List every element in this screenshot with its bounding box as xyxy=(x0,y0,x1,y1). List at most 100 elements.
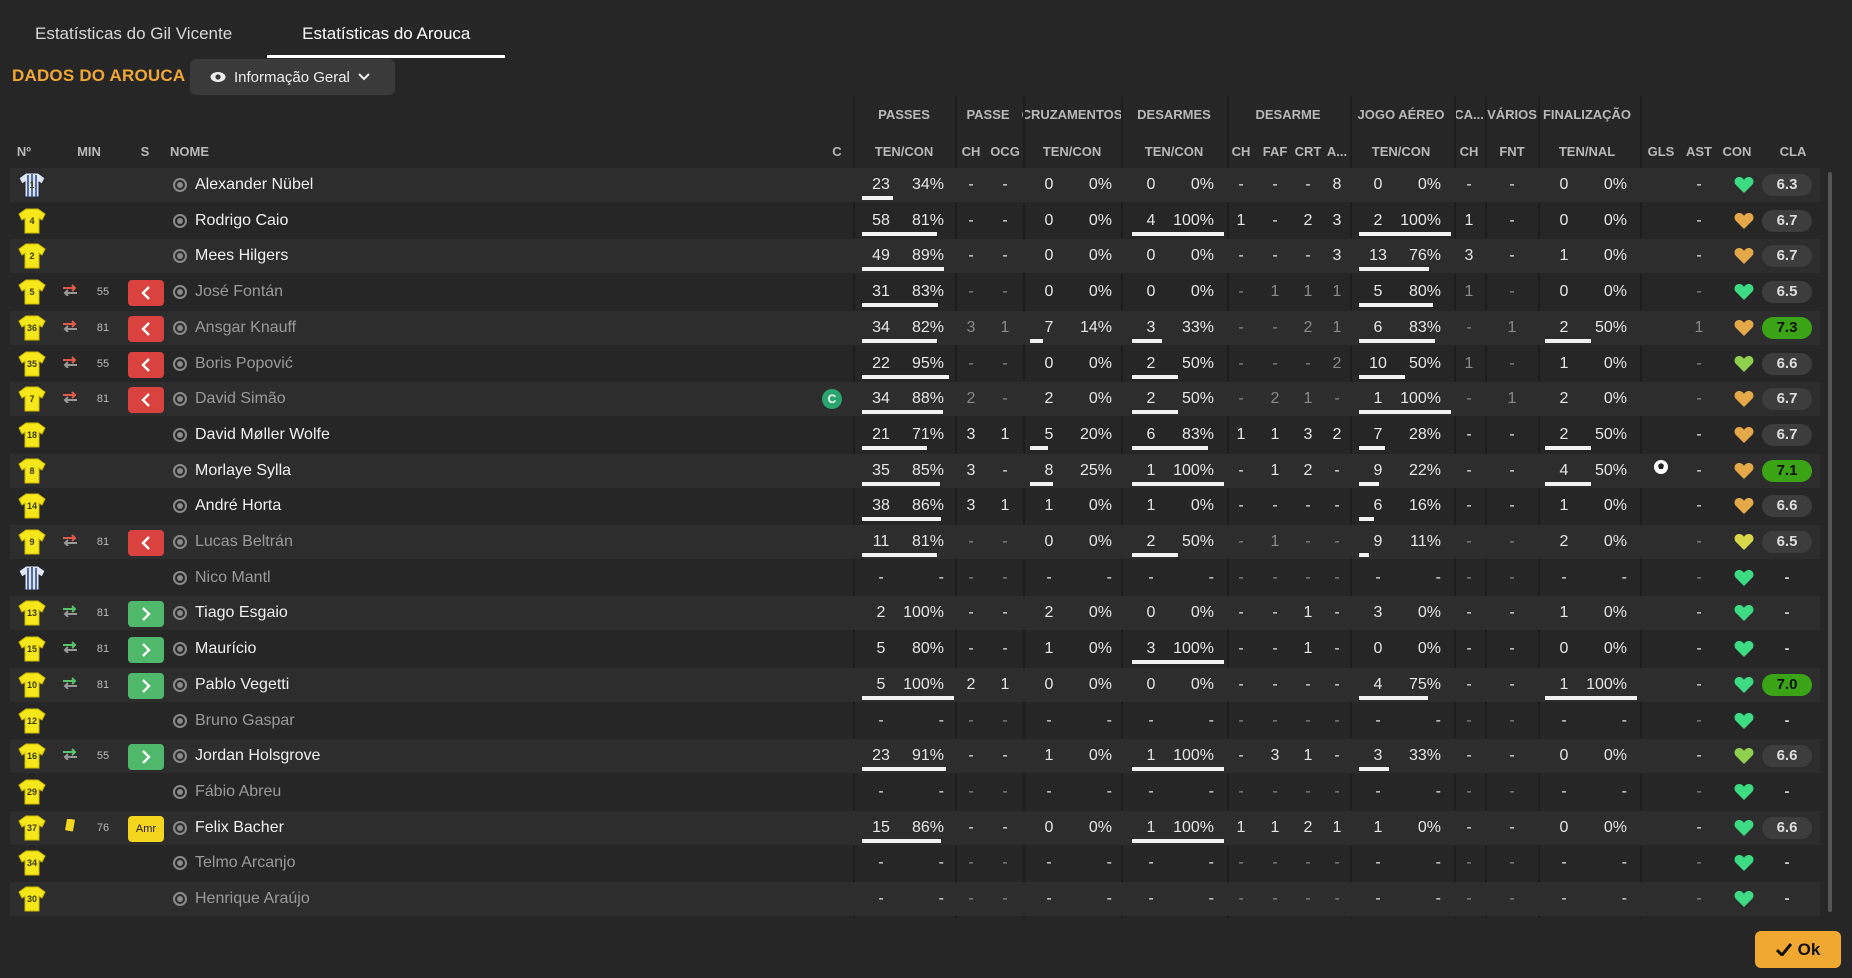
shirt-number xyxy=(18,561,46,595)
player-name[interactable]: Ansgar Knauff xyxy=(173,311,296,345)
shooting-percent: 0% xyxy=(1603,533,1627,550)
scrollbar[interactable] xyxy=(1828,172,1832,912)
subbed-on-button[interactable] xyxy=(128,637,164,664)
shooting-percent: 0% xyxy=(1603,354,1627,372)
crosses-attempts: - xyxy=(1046,854,1052,872)
swap-icon xyxy=(60,382,80,416)
player-name[interactable]: Pablo Vegetti xyxy=(173,668,289,702)
shooting-attempts: 2 xyxy=(1559,533,1569,550)
column-header[interactable]: TEN/CON xyxy=(1032,144,1112,159)
player-name[interactable]: Bruno Gaspar xyxy=(173,704,295,738)
table-row[interactable]: 30 Henrique Araújo - - - - - - - - - - - - - - - - - - - - xyxy=(10,882,1820,916)
player-name[interactable]: Telmo Arcanjo xyxy=(173,846,296,880)
tackles-percent: 0% xyxy=(1190,176,1214,193)
swap-icon xyxy=(60,311,80,345)
table-row[interactable]: 34 Telmo Arcanjo - - - - - - - - - - - - - - - - - - - - xyxy=(10,846,1820,880)
column-header[interactable]: CLA xyxy=(1753,144,1833,159)
aerial-bar xyxy=(1359,374,1405,379)
player-name[interactable]: Nico Mantl xyxy=(173,561,271,595)
player-name[interactable]: David Møller Wolfe xyxy=(173,418,330,452)
tackle-faf: - xyxy=(1272,854,1278,872)
player-name[interactable]: Henrique Araújo xyxy=(173,882,310,916)
tab-gil-vicente-stats[interactable]: Estatísticas do Gil Vicente xyxy=(0,0,267,58)
player-name[interactable]: Alexander Nübel xyxy=(173,168,313,202)
assists: 1 xyxy=(1694,318,1704,336)
player-name[interactable]: André Horta xyxy=(173,489,281,523)
view-selector-button[interactable]: Informação Geral xyxy=(190,59,395,95)
subbed-on-button[interactable] xyxy=(128,744,164,771)
subbed-off-button[interactable] xyxy=(128,530,164,556)
passes-bar xyxy=(862,445,927,450)
minutes xyxy=(88,704,118,738)
table-row[interactable]: 37 76 Amr Felix Bacher 15 86% - -0 0% 1 100% 1 1 2 1 1 0… xyxy=(10,810,1820,845)
aerial-percent: - xyxy=(1435,711,1441,729)
card-badge[interactable]: Amr xyxy=(128,815,164,842)
column-header[interactable]: TEN/NAL xyxy=(1547,144,1627,159)
player-name[interactable]: Boris Popović xyxy=(173,347,293,381)
column-header[interactable]: NOME xyxy=(170,144,250,159)
swap-icon xyxy=(60,632,80,666)
tackle-faf: - xyxy=(1272,782,1278,800)
subbed-on-button[interactable] xyxy=(128,672,164,699)
pass-ch: 3 xyxy=(966,497,976,515)
player-name[interactable]: Maurício xyxy=(173,632,256,666)
player-name[interactable]: Mees Hilgers xyxy=(173,239,288,273)
minutes xyxy=(88,561,118,595)
fnt: - xyxy=(1509,497,1515,515)
tab-arouca-stats[interactable]: Estatísticas do Arouca xyxy=(267,0,506,58)
player-name-text: Mees Hilgers xyxy=(195,247,289,265)
ca-ch: - xyxy=(1466,533,1472,550)
table-row[interactable]: 12 Bruno Gaspar - - - - - - - - - - - - - - - - - - - - xyxy=(10,704,1820,738)
pass-ch: 2 xyxy=(966,390,976,408)
table-row[interactable]: 35 55 Boris Popović 22 95% - -0 0% 2 50% - - -2 10 50%… xyxy=(10,347,1820,381)
condition-heart-icon xyxy=(1734,212,1754,235)
tackle-faf: 3 xyxy=(1270,747,1280,765)
person-icon xyxy=(173,463,187,478)
table-row[interactable]: 8 Morlaye Sylla 35 85% 3-8 25% 1 100% -1 2-9 22% - -… xyxy=(10,453,1820,488)
ca-ch: - xyxy=(1466,747,1472,765)
minutes xyxy=(88,454,118,488)
table-row[interactable]: 5 55 José Fontán 31 83% - -0 0% 0 0% -1 1 1 5 80% 1-0 0%… xyxy=(10,275,1820,309)
subbed-off-button[interactable] xyxy=(128,280,164,307)
player-name[interactable]: Fábio Abreu xyxy=(173,775,281,809)
shooting-attempts: 0 xyxy=(1559,640,1569,658)
table-row[interactable]: 36 81 Ansgar Knauff 34 82% 3 1 7 14% 3 33% - -2 1 6 83%… xyxy=(10,310,1820,345)
table-row[interactable]: 2 Mees Hilgers 49 89% - -0 0% 0 0% - - -3 13 76% 3-1 0%… xyxy=(10,239,1820,274)
player-name[interactable]: Rodrigo Caio xyxy=(173,204,288,238)
player-name[interactable]: David Simão xyxy=(173,382,286,416)
condition-heart-icon xyxy=(1734,355,1754,378)
player-name[interactable]: José Fontán xyxy=(173,275,283,309)
table-row[interactable]: 14 André Horta 38 86% 3 1 1 0% 1 0% - - - -6 16% - -1 0% -… xyxy=(10,489,1820,523)
subbed-off-button[interactable] xyxy=(128,387,164,414)
pass-ocg: - xyxy=(1002,568,1008,586)
subbed-on-button[interactable] xyxy=(128,601,164,628)
table-row[interactable]: 18 David Møller Wolfe 21 71% 3 1 5 20% 6 83% 1 1 3 2 7… xyxy=(10,418,1820,452)
aerial-percent: - xyxy=(1435,890,1441,907)
subbed-off-button[interactable] xyxy=(128,351,164,378)
shirt-number: 2 xyxy=(29,251,35,262)
table-row[interactable]: 16 55 Jordan Holsgrove 23 91% - -1 0% 1 100% -3 1-3… xyxy=(10,739,1820,774)
table-row[interactable]: 10 81 Pablo Vegetti 5 100% 2 1 0 0% 0 0% - - - -4 75% - -… xyxy=(10,667,1820,702)
person-icon xyxy=(173,356,187,371)
shooting-attempts: - xyxy=(1561,854,1567,872)
shooting-attempts: - xyxy=(1561,711,1567,729)
player-name[interactable]: Tiago Esgaio xyxy=(173,596,288,630)
player-name[interactable]: Jordan Holsgrove xyxy=(173,739,320,773)
table-row[interactable]: 29 Fábio Abreu - - - - - - - - - - - - - - - - - - - - xyxy=(10,775,1820,809)
player-name[interactable]: Lucas Beltrán xyxy=(173,525,293,559)
assists: - xyxy=(1696,675,1702,693)
table-row[interactable]: 7 81 David Simão C 34 88% 2-2 0% 2 50% -2 1-1 100% -1… xyxy=(10,382,1820,417)
player-name[interactable]: Morlaye Sylla xyxy=(173,454,291,488)
assists: - xyxy=(1696,247,1702,265)
table-row[interactable]: 13 81 Tiago Esgaio 2 100% - - 2 0% 0 0% - - 1 - 3 0% - - 1 0… xyxy=(10,596,1820,631)
condition-heart-icon xyxy=(1734,569,1754,592)
ok-button[interactable]: Ok xyxy=(1755,931,1841,968)
table-row[interactable]: 9 81 Lucas Beltrán 11 81% - -0 0% 2 50% -1- -9 11% - -… xyxy=(10,525,1820,559)
table-row[interactable]: 4 Rodrigo Caio 58 81% - -0 0% 4 100% 1-2 3 2 100% 1-0… xyxy=(10,204,1820,238)
column-header[interactable]: FNT xyxy=(1472,144,1552,159)
table-row[interactable]: 1 Alexander Nübel 23 34% - -0 0% 0 0% - - -8 0 0% - -0 0… xyxy=(10,168,1820,202)
table-row[interactable]: 15 81 Maurício 5 80% - -1 0% 3 100% - -1-0 0% - -0 0% - - xyxy=(10,632,1820,666)
subbed-off-button[interactable] xyxy=(128,315,164,342)
player-name[interactable]: Felix Bacher xyxy=(173,811,284,845)
table-row[interactable]: Nico Mantl - - - - - - - - - - - - - - - - - - - - xyxy=(10,561,1820,595)
